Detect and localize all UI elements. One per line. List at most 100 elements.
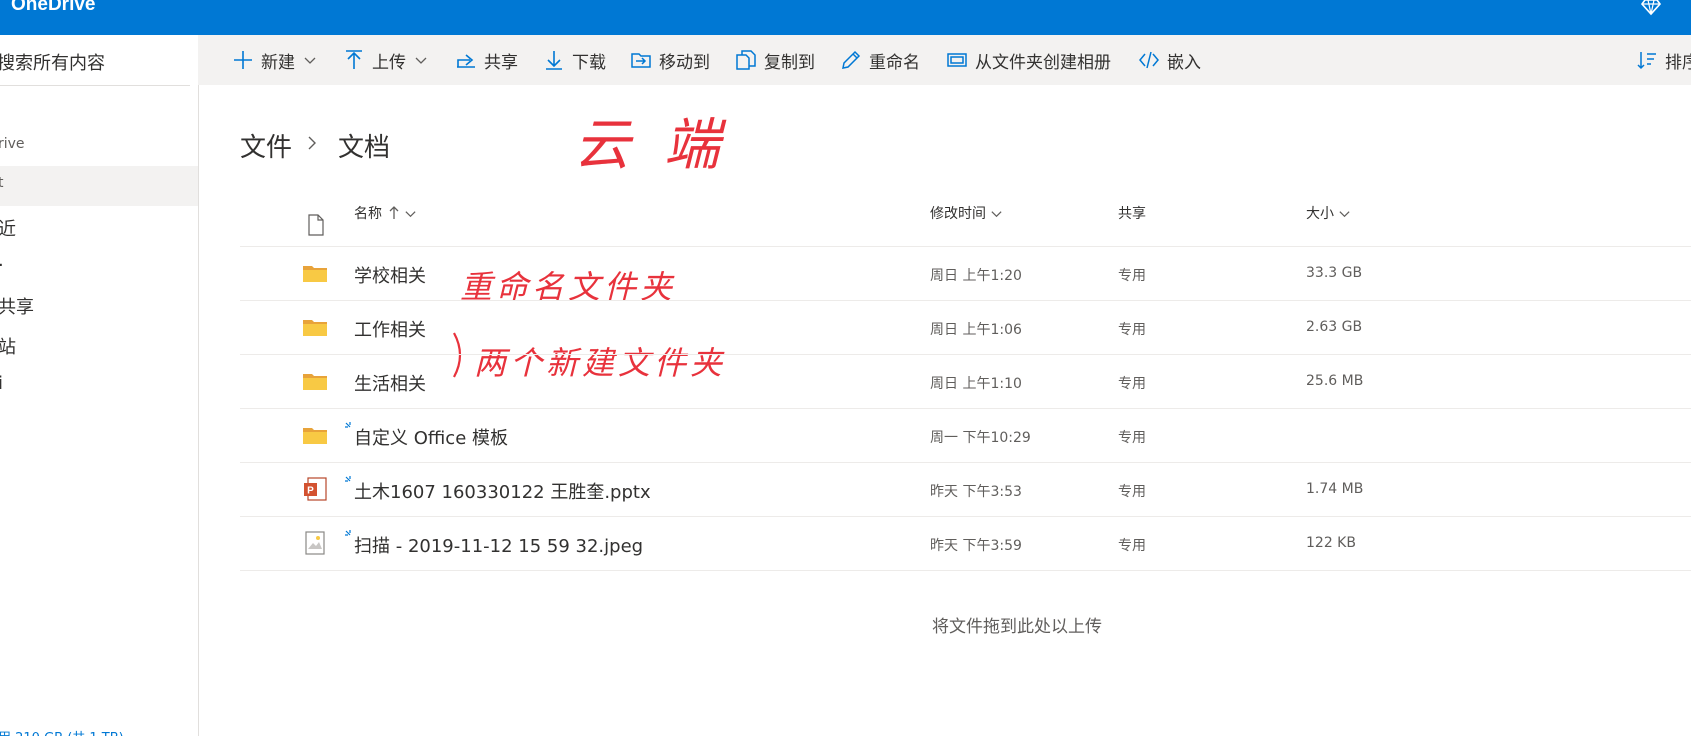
copy-to-button[interactable]: 复制到 — [735, 35, 815, 85]
sidebar-item-photos[interactable]: · — [0, 255, 4, 276]
column-header-modified[interactable]: 修改时间 — [930, 203, 1003, 223]
download-button-label: 下载 — [572, 52, 606, 73]
file-type-header-icon[interactable] — [307, 214, 325, 236]
download-button[interactable]: 下载 — [543, 35, 606, 85]
row-size: 25.6 MB — [1306, 373, 1364, 389]
table-row[interactable]: 工作相关 周日 上午1:06 专用 2.63 GB — [240, 301, 1691, 355]
new-button[interactable]: 新建 — [232, 35, 317, 85]
upload-button-label: 上传 — [372, 52, 406, 73]
row-sharing[interactable]: 专用 — [1118, 265, 1146, 285]
row-size: 1.74 MB — [1306, 481, 1364, 497]
code-icon — [1139, 51, 1159, 69]
app-title[interactable]: OneDrive — [11, 0, 95, 16]
column-header-sharing-label: 共享 — [1118, 206, 1146, 222]
sort-button-label: 排序 — [1665, 52, 1691, 73]
row-name[interactable]: 工作相关 — [354, 316, 426, 342]
row-sharing[interactable]: 专用 — [1118, 319, 1146, 339]
row-name[interactable]: 土木1607 160330122 王胜奎.pptx — [354, 478, 651, 504]
search-input[interactable]: 搜索所有内容 — [0, 49, 105, 75]
chevron-down-icon — [415, 57, 427, 64]
sort-icon — [1637, 52, 1656, 70]
table-row[interactable]: 学校相关 周日 上午1:20 专用 33.3 GB — [240, 247, 1691, 301]
chevron-down-icon — [304, 57, 316, 64]
column-header-size[interactable]: 大小 — [1306, 203, 1351, 223]
row-sharing[interactable]: 专用 — [1118, 373, 1146, 393]
rename-button[interactable]: 重命名 — [840, 35, 920, 85]
column-header-size-label: 大小 — [1306, 206, 1334, 222]
chevron-down-icon — [991, 210, 1002, 217]
row-modified: 昨天 下午3:53 — [930, 484, 1022, 500]
row-size: 2.63 GB — [1306, 319, 1363, 335]
sidebar-item-recycle-bin[interactable]: 站 — [0, 333, 16, 359]
breadcrumb-root[interactable]: 文件 — [240, 127, 292, 164]
drop-zone-hint: 将文件拖到此处以上传 — [932, 617, 1102, 637]
powerpoint-file-icon: P — [304, 477, 327, 501]
row-name[interactable]: 扫描 - 2019-11-12 15 59 32.jpeg — [354, 532, 643, 558]
table-row[interactable]: 自定义 Office 模板 周一 下午10:29 专用 — [240, 409, 1691, 463]
sidebar-item-recent[interactable]: 近 — [0, 215, 16, 241]
row-sharing[interactable]: 专用 — [1118, 481, 1146, 501]
new-button-label: 新建 — [261, 52, 295, 73]
command-bar: 新建 上传 共享 下载 移动到 复制到 重命名 从文件夹创建相册 嵌入 排序 — [198, 35, 1691, 85]
row-modified: 昨天 下午3:59 — [930, 538, 1022, 554]
row-name[interactable]: 生活相关 — [354, 370, 426, 396]
move-to-button[interactable]: 移动到 — [630, 35, 710, 85]
table-row[interactable]: 生活相关 周日 上午1:10 专用 25.6 MB — [240, 355, 1691, 409]
image-file-icon — [305, 531, 325, 555]
row-modified: 周日 上午1:06 — [930, 322, 1022, 338]
embed-button-label: 嵌入 — [1167, 52, 1201, 73]
column-header-name-label: 名称 — [354, 206, 382, 222]
folder-icon — [303, 428, 327, 444]
sort-ascending-icon — [389, 206, 399, 219]
sidebar-item-shared[interactable]: 共享 — [0, 293, 34, 319]
column-header-modified-label: 修改时间 — [930, 206, 986, 222]
column-header-name[interactable]: 名称 — [354, 203, 417, 223]
storage-usage[interactable]: 用 210 GB (共 1 TB) — [0, 727, 124, 736]
row-modified: 周日 上午1:20 — [930, 268, 1022, 284]
table-row[interactable]: P 土木1607 160330122 王胜奎.pptx 昨天 下午3:53 专用… — [240, 463, 1691, 517]
share-button-label: 共享 — [484, 52, 518, 73]
move-to-icon — [631, 53, 651, 68]
pencil-icon — [842, 50, 861, 69]
chevron-down-icon — [1339, 210, 1350, 217]
folder-icon — [303, 320, 327, 336]
sidebar-selected-highlight — [0, 166, 198, 206]
annotation-cloud: 云 端 — [574, 113, 728, 178]
row-sharing[interactable]: 专用 — [1118, 535, 1146, 555]
row-size: 122 KB — [1306, 535, 1356, 551]
top-bar: OneDrive — [0, 0, 1691, 35]
row-sharing[interactable]: 专用 — [1118, 427, 1146, 447]
sidebar-divider — [0, 85, 190, 86]
upload-arrow-icon — [346, 50, 362, 69]
upload-button[interactable]: 上传 — [343, 35, 428, 85]
table-row[interactable]: 扫描 - 2019-11-12 15 59 32.jpeg 昨天 下午3:59 … — [240, 517, 1691, 571]
embed-button[interactable]: 嵌入 — [1138, 35, 1201, 85]
breadcrumb-current: 文档 — [338, 133, 391, 163]
sort-button[interactable]: 排序 — [1636, 35, 1691, 85]
sidebar: 搜索所有内容 rive t 近 · 共享 站 i 用 210 GB (共 1 T… — [0, 35, 199, 736]
move-to-button-label: 移动到 — [659, 52, 710, 73]
chevron-down-icon — [405, 210, 416, 217]
copy-to-button-label: 复制到 — [764, 52, 815, 73]
chevron-right-icon — [308, 136, 316, 150]
sidebar-item-pc[interactable]: i — [0, 373, 3, 394]
folder-icon — [303, 266, 327, 282]
download-arrow-icon — [546, 51, 562, 70]
share-button[interactable]: 共享 — [455, 35, 518, 85]
row-name[interactable]: 自定义 Office 模板 — [354, 424, 508, 450]
copy-icon — [736, 50, 756, 70]
share-icon — [457, 54, 475, 68]
row-modified: 周一 下午10:29 — [930, 430, 1031, 446]
premium-diamond-icon[interactable] — [1641, 0, 1661, 16]
folder-icon — [303, 374, 327, 390]
row-modified: 周日 上午1:10 — [930, 376, 1022, 392]
row-name[interactable]: 学校相关 — [354, 262, 426, 288]
column-header-sharing[interactable]: 共享 — [1118, 203, 1146, 223]
rename-button-label: 重命名 — [869, 52, 920, 73]
plus-icon — [234, 51, 252, 69]
row-size: 33.3 GB — [1306, 265, 1363, 281]
svg-text:P: P — [307, 486, 314, 497]
album-icon — [947, 53, 967, 67]
create-album-button[interactable]: 从文件夹创建相册 — [946, 35, 1111, 85]
sidebar-item-files[interactable]: t — [0, 175, 4, 191]
